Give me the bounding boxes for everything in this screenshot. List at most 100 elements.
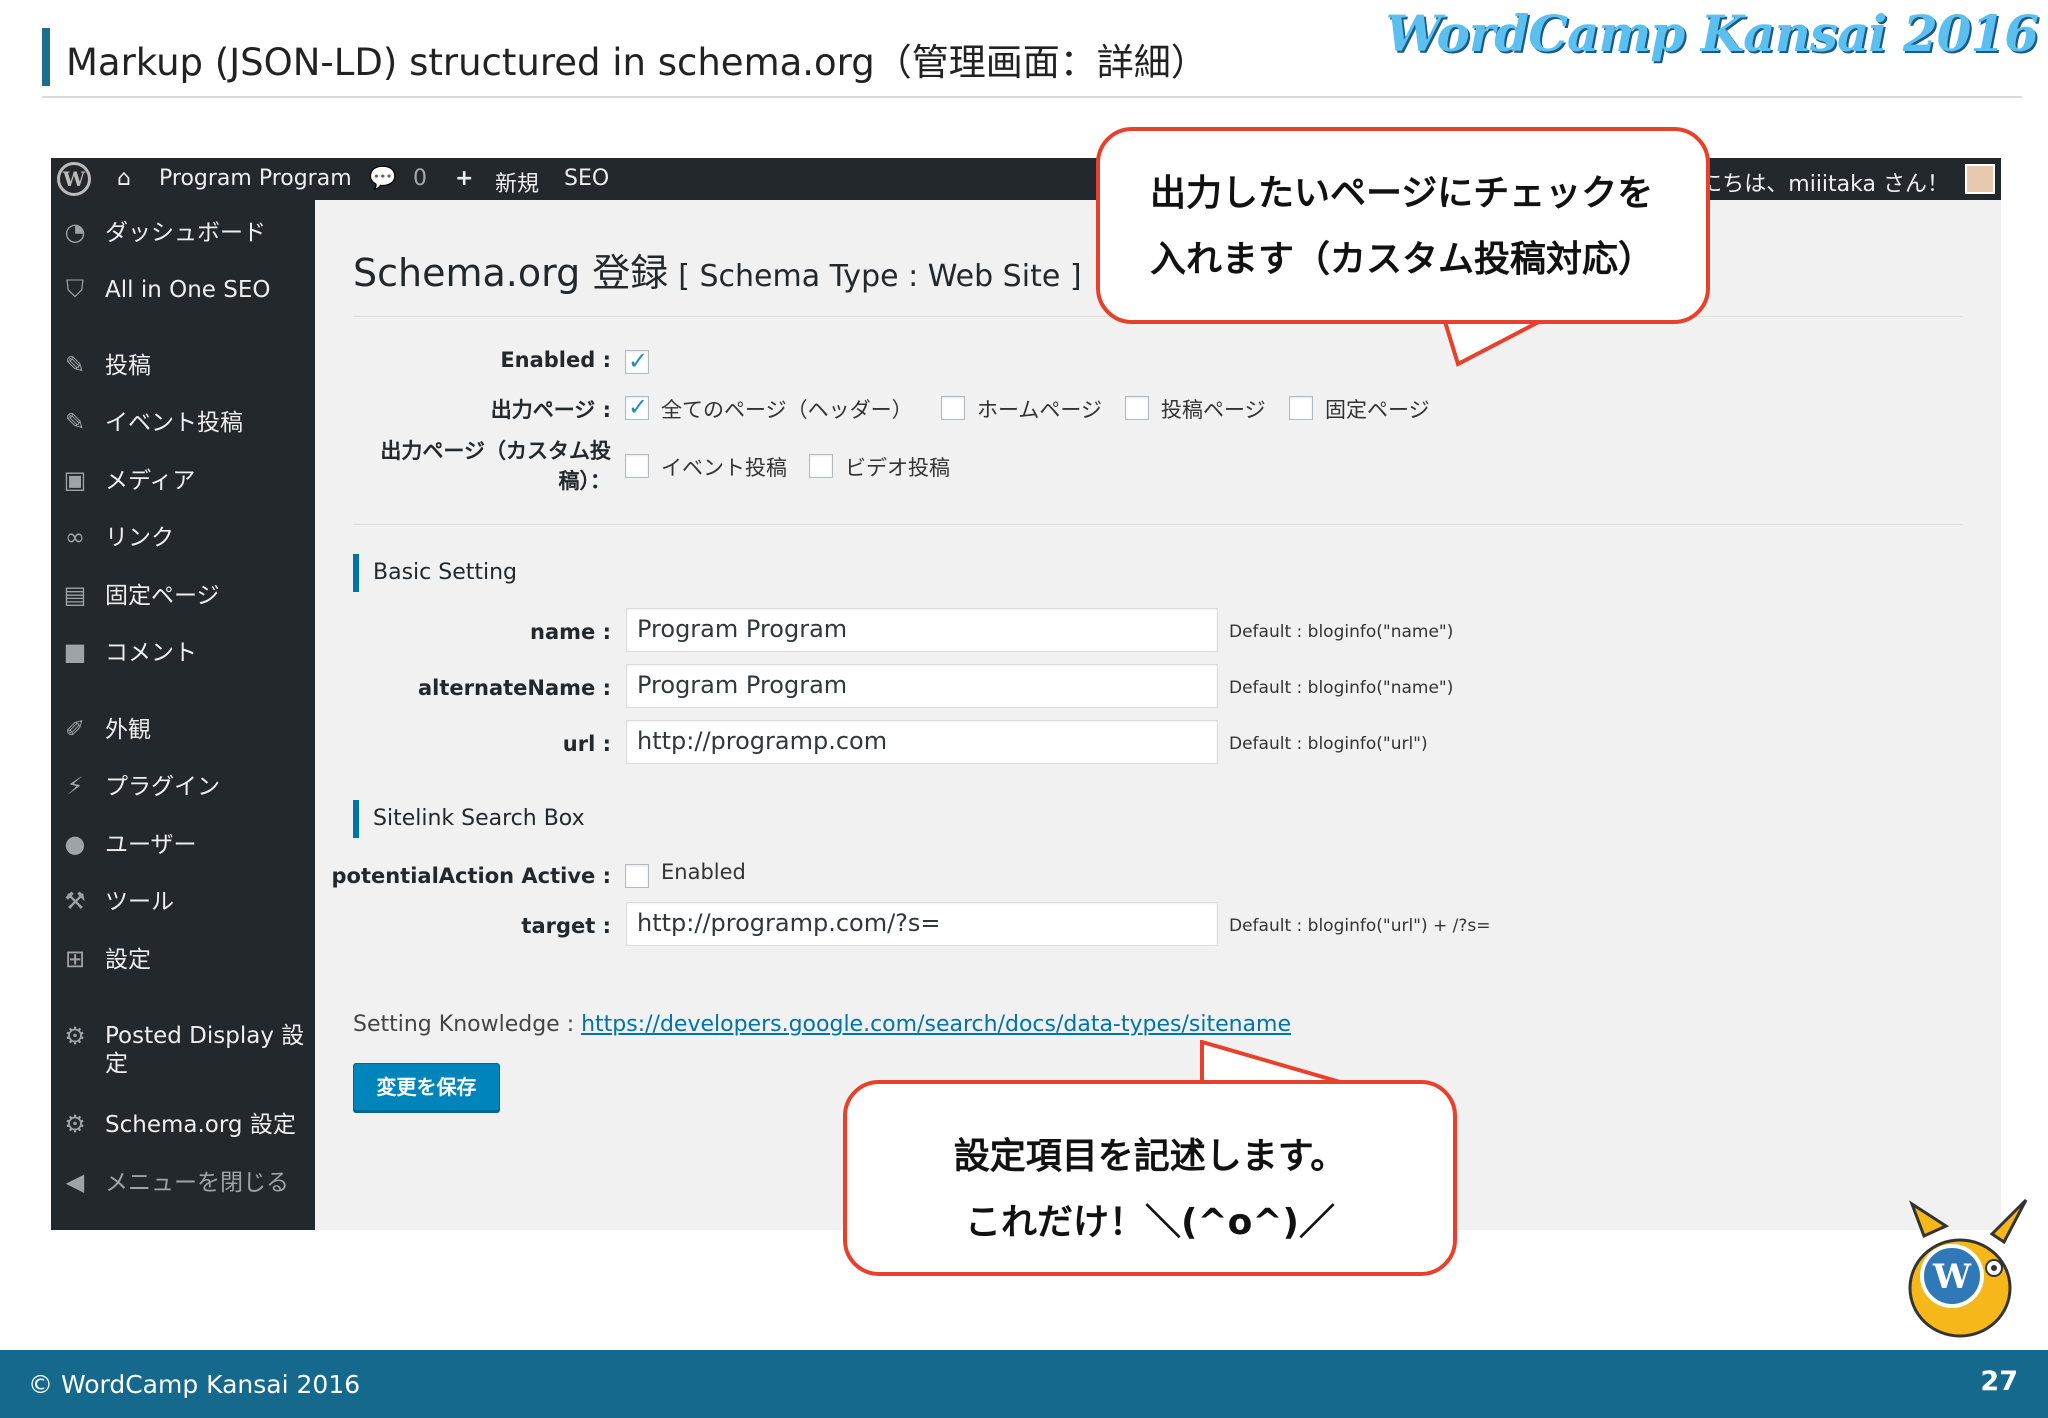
alternate-name-input[interactable]: Program Program bbox=[626, 664, 1218, 708]
slide-footer: © WordCamp Kansai 2016 27 bbox=[0, 1350, 2048, 1418]
output-fixed-pages-checkbox[interactable] bbox=[1289, 396, 1313, 420]
sidebar-item-posts[interactable]: ✎ 投稿 bbox=[51, 345, 315, 389]
media-icon: ▣ bbox=[63, 466, 87, 494]
plus-icon[interactable]: + bbox=[455, 166, 473, 191]
video-posts-checkbox[interactable] bbox=[809, 454, 833, 478]
output-all-pages-label: 全てのページ（ヘッダー） bbox=[661, 398, 913, 422]
sidebar-item-posted-display[interactable]: ⚙ Posted Display 設定 bbox=[51, 1016, 315, 1080]
main-content: Schema.org 登録[ Schema Type : Web Site ] … bbox=[315, 200, 2001, 1230]
sidebar-item-dashboard[interactable]: ◔ ダッシュボード bbox=[51, 212, 315, 256]
callout-top: 出力したいページにチェックを 入れます（カスタム投稿対応） bbox=[1096, 127, 1710, 324]
target-label: target : bbox=[521, 914, 611, 938]
enabled-checkbox[interactable] bbox=[625, 347, 649, 375]
avatar[interactable] bbox=[1965, 164, 1995, 194]
name-hint: Default : bloginfo("name") bbox=[1229, 622, 1454, 642]
new-link[interactable]: 新規 bbox=[495, 166, 539, 198]
custom-output-label-line2: 稿）： bbox=[558, 469, 612, 493]
sidebar-item-comments[interactable]: ■ コメント bbox=[51, 632, 315, 676]
alternate-name-hint: Default : bloginfo("name") bbox=[1229, 678, 1454, 698]
callout-top-line1: 出力したいページにチェックを bbox=[1150, 173, 1654, 214]
shield-icon: ⛉ bbox=[66, 275, 84, 303]
wrench-icon: ⚒ bbox=[64, 887, 86, 915]
seo-link[interactable]: SEO bbox=[564, 166, 609, 191]
page-title-main: Schema.org 登録 bbox=[353, 251, 669, 295]
wordpress-logo-icon[interactable]: W bbox=[57, 162, 91, 196]
page-icon: ▤ bbox=[63, 581, 87, 609]
gear-icon: ⚙ bbox=[64, 1110, 86, 1138]
output-posts-checkbox[interactable] bbox=[1125, 396, 1149, 420]
output-posts-label: 投稿ページ bbox=[1161, 398, 1266, 422]
comment-icon: ■ bbox=[63, 638, 87, 666]
admin-sidebar: ◔ ダッシュボード ⛉ All in One SEO ✎ 投稿 ✎ イベント投稿 ▣ メデ… bbox=[51, 200, 315, 1230]
title-accent-bar bbox=[42, 28, 50, 86]
link-icon: ∞ bbox=[65, 523, 85, 551]
event-posts-label: イベント投稿 bbox=[661, 456, 787, 480]
pin-icon: ✎ bbox=[64, 408, 86, 436]
home-icon[interactable]: ⌂ bbox=[117, 166, 131, 191]
section-divider bbox=[353, 524, 1963, 525]
pin-icon: ✎ bbox=[64, 351, 86, 379]
callout-top-line2: 入れます（カスタム投稿対応） bbox=[1150, 239, 1655, 280]
footer-copyright: © WordCamp Kansai 2016 bbox=[28, 1370, 361, 1399]
sidebar-item-users[interactable]: ● ユーザー bbox=[51, 824, 315, 868]
sidebar-item-schema-settings[interactable]: ⚙ Schema.org 設定 bbox=[51, 1104, 315, 1148]
page-number: 27 bbox=[1980, 1366, 2018, 1397]
sidebar-item-all-in-one-seo[interactable]: ⛉ All in One SEO bbox=[51, 269, 315, 313]
output-all-pages-checkbox[interactable] bbox=[625, 393, 649, 421]
sidebar-item-event-posts[interactable]: ✎ イベント投稿 bbox=[51, 402, 315, 446]
enabled-label: Enabled : bbox=[500, 348, 611, 372]
potential-action-checkbox[interactable] bbox=[625, 864, 649, 888]
setting-knowledge-label: Setting Knowledge : bbox=[353, 1012, 575, 1037]
page-title: Schema.org 登録 [ Schema Type : Web Site ] bbox=[353, 242, 1082, 297]
target-input[interactable]: http://programp.com/?s= bbox=[626, 902, 1218, 946]
comments-count[interactable]: 0 bbox=[413, 166, 427, 191]
potential-action-label: potentialAction Active : bbox=[331, 864, 611, 888]
name-input[interactable]: Program Program bbox=[626, 608, 1218, 652]
output-pages-label: 出力ページ : bbox=[490, 398, 611, 422]
url-label: url : bbox=[562, 732, 611, 756]
gear-icon: ⚙ bbox=[64, 1022, 86, 1050]
page-subtitle: [ Schema Type : Web Site ] bbox=[678, 259, 1082, 294]
user-icon: ● bbox=[64, 830, 86, 858]
alternate-name-label: alternateName : bbox=[418, 676, 611, 700]
site-name-link[interactable]: Program Program bbox=[159, 166, 352, 191]
url-input[interactable]: http://programp.com bbox=[626, 720, 1218, 764]
dashboard-icon: ◔ bbox=[64, 218, 86, 246]
paintbrush-icon: ✐ bbox=[64, 715, 86, 743]
name-label: name : bbox=[530, 620, 611, 644]
url-hint: Default : bloginfo("url") bbox=[1229, 734, 1428, 754]
sidebar-item-links[interactable]: ∞ リンク bbox=[51, 517, 315, 561]
target-hint: Default : bloginfo("url") + /?s= bbox=[1229, 916, 1491, 936]
potential-action-enabled-label: Enabled bbox=[661, 860, 746, 884]
output-home-checkbox[interactable] bbox=[941, 396, 965, 420]
sidebar-item-appearance[interactable]: ✐ 外観 bbox=[51, 709, 315, 753]
callout-bottom-line1: 設定項目を記述します。 bbox=[953, 1136, 1347, 1177]
sidebar-item-media[interactable]: ▣ メディア bbox=[51, 460, 315, 504]
custom-output-label: 出力ページ（カスタム投 稿）： bbox=[315, 436, 611, 496]
output-home-label: ホームページ bbox=[977, 398, 1102, 422]
event-posts-checkbox[interactable] bbox=[625, 454, 649, 478]
callout-bottom-line2: これだけ！＼(^o^)／ bbox=[965, 1202, 1335, 1243]
svg-text:W: W bbox=[1932, 1257, 1972, 1297]
basic-setting-heading: Basic Setting bbox=[353, 554, 517, 592]
comment-icon[interactable]: 💬 bbox=[369, 166, 396, 191]
collapse-icon: ◀ bbox=[65, 1168, 85, 1196]
sitelink-search-box-heading: Sitelink Search Box bbox=[353, 800, 585, 838]
sidebar-item-plugins[interactable]: ⚡ プラグイン bbox=[51, 766, 315, 810]
wordcamp-logo: WordCamp Kansai 2016 bbox=[1385, 4, 2039, 63]
custom-output-label-line1: 出力ページ（カスタム投 bbox=[380, 439, 611, 463]
save-changes-button[interactable]: 変更を保存 bbox=[353, 1063, 500, 1111]
sidebar-item-settings[interactable]: ⊞ 設定 bbox=[51, 939, 315, 983]
sidebar-collapse-menu[interactable]: ◀ メニューを閉じる bbox=[51, 1162, 315, 1206]
plugin-icon: ⚡ bbox=[66, 772, 84, 800]
sidebar-item-pages[interactable]: ▤ 固定ページ bbox=[51, 575, 315, 619]
callout-bottom: 設定項目を記述します。 これだけ！＼(^o^)／ bbox=[843, 1080, 1457, 1276]
slide-title: Markup (JSON-LD) structured in schema.or… bbox=[66, 41, 1208, 84]
setting-knowledge: Setting Knowledge : https://developers.g… bbox=[353, 1012, 1291, 1037]
video-posts-label: ビデオ投稿 bbox=[845, 456, 950, 480]
sidebar-item-tools[interactable]: ⚒ ツール bbox=[51, 881, 315, 925]
output-fixed-pages-label: 固定ページ bbox=[1325, 398, 1430, 422]
settings-icon: ⊞ bbox=[64, 945, 86, 973]
wapuu-mascot-icon: W bbox=[1908, 1198, 2028, 1338]
setting-knowledge-link[interactable]: https://developers.google.com/search/doc… bbox=[581, 1012, 1291, 1037]
